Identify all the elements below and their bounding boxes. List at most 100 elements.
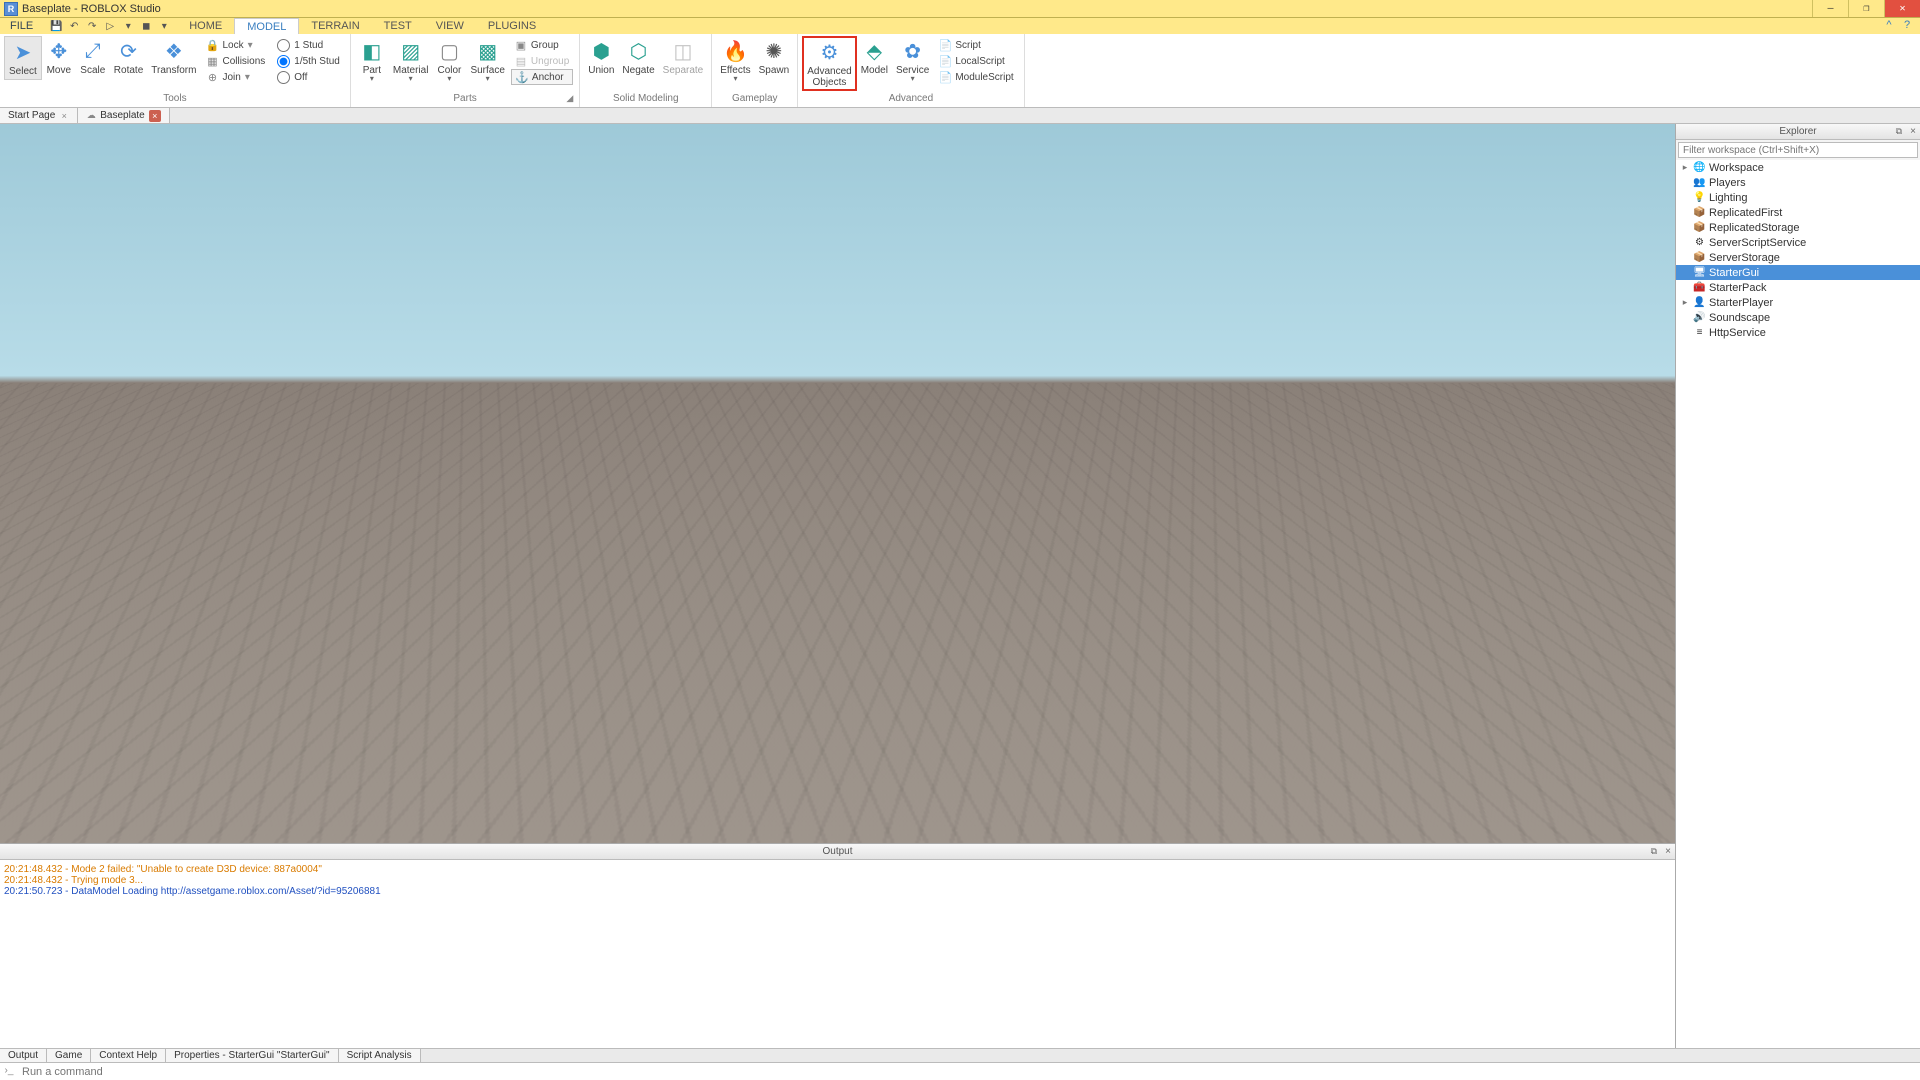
negate-icon: ⬡ (626, 38, 652, 64)
document-tabs: Start Page × ☁ Baseplate × (0, 108, 1920, 124)
spawn-button[interactable]: ✺Spawn (755, 36, 794, 78)
close-panel-icon[interactable]: × (1665, 846, 1671, 857)
btab-script-analysis[interactable]: Script Analysis (339, 1049, 421, 1062)
ribbon-group-gameplay: 🔥Effects▾ ✺Spawn Gameplay (712, 34, 798, 107)
qat-dropdown2-icon[interactable]: ▾ (157, 19, 171, 33)
modulescript-button[interactable]: 📄ModuleScript (935, 69, 1017, 85)
surface-button[interactable]: ▩Surface▾ (466, 36, 508, 84)
rotate-button[interactable]: ⟳Rotate (110, 36, 147, 78)
maximize-button[interactable]: ❐ (1848, 0, 1884, 17)
btab-context-help[interactable]: Context Help (91, 1049, 166, 1062)
lock-button[interactable]: 🔒Lock▾ (202, 37, 269, 53)
popout-icon[interactable]: ⧉ (1896, 126, 1902, 137)
tree-item-players[interactable]: 👥Players (1676, 175, 1920, 190)
tree-item-soundscape[interactable]: 🔊Soundscape (1676, 310, 1920, 325)
command-input[interactable] (18, 1063, 1920, 1080)
close-tab-icon[interactable]: × (59, 111, 69, 121)
tree-item-icon: 🖥 (1693, 266, 1706, 279)
tree-item-startergui[interactable]: 🖥StarterGui (1676, 265, 1920, 280)
close-panel-icon[interactable]: × (1910, 126, 1916, 137)
snap-fifth-radio[interactable]: 1/5th Stud (273, 53, 344, 69)
file-menu[interactable]: FILE (0, 18, 43, 34)
tree-item-httpservice[interactable]: ≡HttpService (1676, 325, 1920, 340)
union-button[interactable]: ⬢Union (584, 36, 618, 78)
localscript-button[interactable]: 📄LocalScript (935, 53, 1017, 69)
qat-item-icon[interactable]: ◼ (139, 19, 153, 33)
separate-button[interactable]: ◫Separate (659, 36, 708, 78)
tree-item-serverstorage[interactable]: 📦ServerStorage (1676, 250, 1920, 265)
tree-item-lighting[interactable]: 💡Lighting (1676, 190, 1920, 205)
btab-properties[interactable]: Properties - StarterGui "StarterGui" (166, 1049, 338, 1062)
negate-button[interactable]: ⬡Negate (618, 36, 658, 78)
spawn-icon: ✺ (761, 38, 787, 64)
tab-terrain[interactable]: TERRAIN (299, 18, 371, 34)
parts-launcher-icon[interactable]: ◢ (566, 93, 573, 104)
tree-item-starterplayer[interactable]: ▸👤StarterPlayer (1676, 295, 1920, 310)
tab-home[interactable]: HOME (177, 18, 234, 34)
snap-1stud-radio[interactable]: 1 Stud (273, 37, 344, 53)
collisions-button[interactable]: ▦Collisions (202, 53, 269, 69)
model-button[interactable]: ⬘Model (857, 36, 892, 78)
group-icon: ▣ (515, 39, 527, 51)
tree-item-serverscriptservice[interactable]: ⚙ServerScriptService (1676, 235, 1920, 250)
undo-icon[interactable]: ↶ (67, 19, 81, 33)
tab-plugins[interactable]: PLUGINS (476, 18, 548, 34)
color-button[interactable]: ▢Color▾ (432, 36, 466, 84)
explorer-tree[interactable]: ▸🌐Workspace👥Players💡Lighting📦ReplicatedF… (1676, 160, 1920, 1048)
tab-test[interactable]: TEST (372, 18, 424, 34)
qat-dropdown-icon[interactable]: ▾ (121, 19, 135, 33)
close-tab-icon[interactable]: × (149, 110, 161, 122)
help-icon[interactable]: ? (1900, 19, 1914, 33)
expand-icon[interactable]: ▸ (1680, 297, 1690, 308)
explorer-panel: Explorer ⧉ × ▸🌐Workspace👥Players💡Lightin… (1675, 124, 1920, 1048)
save-icon[interactable]: 💾 (49, 19, 63, 33)
explorer-title: Explorer ⧉ × (1676, 124, 1920, 140)
rotate-icon: ⟳ (116, 38, 142, 64)
tree-item-icon: 🔊 (1693, 311, 1706, 324)
service-button[interactable]: ✿Service▾ (892, 36, 933, 84)
popout-icon[interactable]: ⧉ (1651, 846, 1657, 857)
doctab-baseplate[interactable]: ☁ Baseplate × (78, 108, 169, 123)
explorer-filter-input[interactable] (1678, 142, 1918, 158)
tree-item-workspace[interactable]: ▸🌐Workspace (1676, 160, 1920, 175)
btab-output[interactable]: Output (0, 1049, 47, 1062)
play-icon[interactable]: ▷ (103, 19, 117, 33)
script-button[interactable]: 📄Script (935, 37, 1017, 53)
close-button[interactable]: ✕ (1884, 0, 1920, 17)
command-icon: ›_ (2, 1065, 16, 1079)
transform-button[interactable]: ❖Transform (147, 36, 200, 78)
tab-view[interactable]: VIEW (424, 18, 476, 34)
move-button[interactable]: ✥Move (42, 36, 76, 78)
ungroup-button[interactable]: ▤Ungroup (511, 53, 573, 69)
quick-access-toolbar: 💾 ↶ ↷ ▷ ▾ ◼ ▾ (43, 18, 177, 34)
effects-button[interactable]: 🔥Effects▾ (716, 36, 754, 84)
gear-icon: ⚙ (816, 39, 842, 65)
lock-icon: 🔒 (206, 39, 218, 51)
join-button[interactable]: ⊕Join▾ (202, 69, 269, 85)
output-body[interactable]: 20:21:48.432 - Mode 2 failed: "Unable to… (0, 860, 1675, 1048)
3d-viewport[interactable] (0, 124, 1675, 843)
tab-model[interactable]: MODEL (234, 18, 299, 34)
select-button[interactable]: ➤Select (4, 36, 42, 80)
scale-button[interactable]: ⤢Scale (76, 36, 110, 78)
anchor-button[interactable]: ⚓Anchor (511, 69, 573, 85)
title-bar: R Baseplate - ROBLOX Studio — ❐ ✕ (0, 0, 1920, 18)
part-button[interactable]: ◧Part▾ (355, 36, 389, 84)
minimize-button[interactable]: — (1812, 0, 1848, 17)
expand-icon[interactable]: ▸ (1680, 162, 1690, 173)
advanced-objects-button[interactable]: ⚙Advanced Objects (802, 36, 856, 91)
redo-icon[interactable]: ↷ (85, 19, 99, 33)
tree-item-starterpack[interactable]: 🧰StarterPack (1676, 280, 1920, 295)
tree-item-label: StarterGui (1709, 267, 1759, 279)
ribbon-group-tools: ➤Select ✥Move ⤢Scale ⟳Rotate ❖Transform … (0, 34, 351, 107)
group-button[interactable]: ▣Group (511, 37, 573, 53)
btab-game[interactable]: Game (47, 1049, 91, 1062)
snap-off-radio[interactable]: Off (273, 69, 344, 85)
tree-item-replicatedstorage[interactable]: 📦ReplicatedStorage (1676, 220, 1920, 235)
join-icon: ⊕ (206, 71, 218, 83)
doctab-start-page[interactable]: Start Page × (0, 108, 78, 123)
collapse-ribbon-icon[interactable]: ^ (1882, 19, 1896, 33)
material-button[interactable]: ▨Material▾ (389, 36, 433, 84)
surface-icon: ▩ (475, 38, 501, 64)
tree-item-replicatedfirst[interactable]: 📦ReplicatedFirst (1676, 205, 1920, 220)
